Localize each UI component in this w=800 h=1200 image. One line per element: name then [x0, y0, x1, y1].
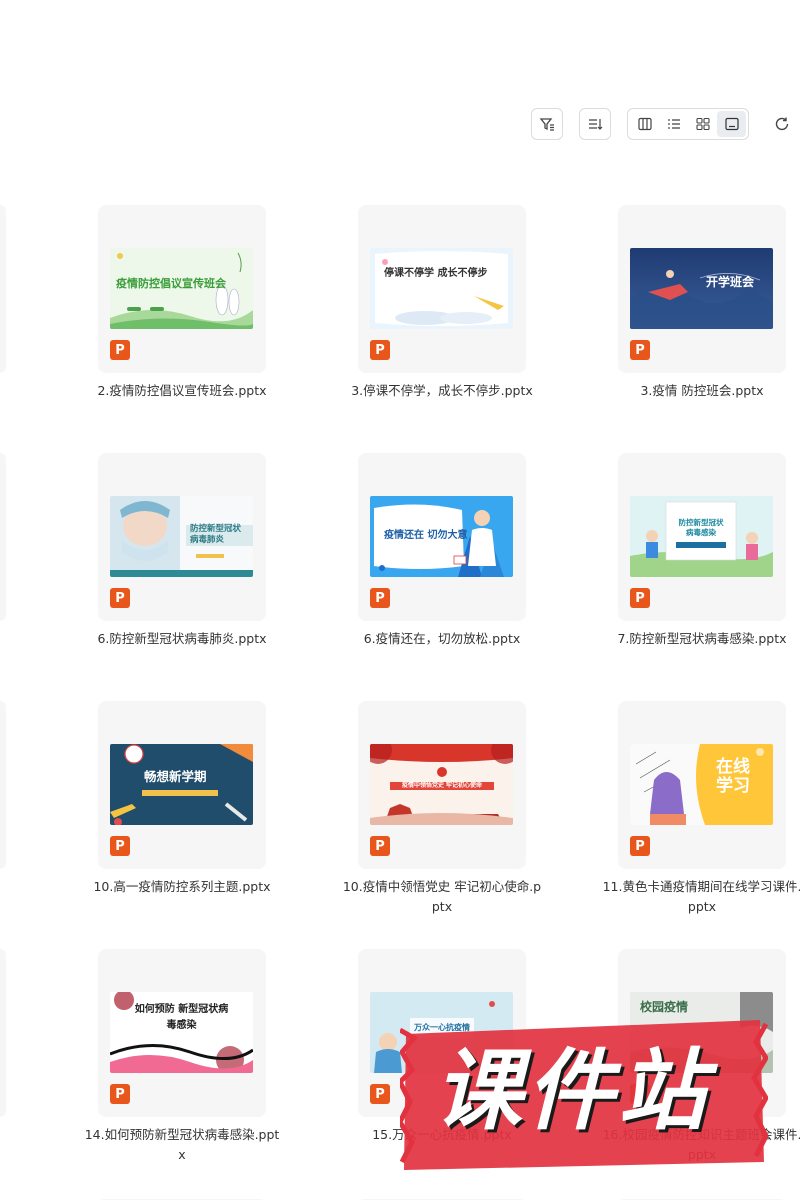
sort-icon [587, 116, 603, 132]
file-thumbnail: 疫情防控倡议宣传班会 [110, 248, 253, 329]
ppt-file-icon: P [370, 836, 390, 856]
ppt-file-icon: P [110, 588, 130, 608]
thumbnail-title: 防控新型冠状病毒肺炎 [190, 524, 242, 545]
refresh-button[interactable] [768, 108, 796, 140]
ppt-file-icon: P [110, 836, 130, 856]
ppt-file-icon: P [630, 588, 650, 608]
refresh-icon [774, 116, 790, 132]
file-thumbnail: 疫情还在 切勿大意 [370, 496, 513, 577]
view-switcher [627, 108, 749, 140]
thumbnail-title: 疫情中领悟党史 牢记初心使命 [401, 782, 483, 789]
file-card[interactable]: 开学班会 P [618, 205, 786, 373]
partial-card[interactable] [0, 701, 6, 869]
thumbnail-title: 停课不停学 成长不停步 [384, 268, 488, 279]
ppt-file-icon: P [630, 836, 650, 856]
file-name[interactable]: 6.防控新型冠状病毒肺炎.pptx [82, 629, 282, 649]
file-card[interactable]: 畅想新学期 P [98, 701, 266, 869]
thumbnail-view-icon [724, 117, 739, 131]
file-thumbnail: 如何预防 新型冠状病毒感染 [110, 992, 253, 1073]
file-card[interactable]: 疫情中领悟党史 牢记初心使命 P [358, 701, 526, 869]
partial-card[interactable] [0, 453, 6, 621]
file-card[interactable]: 疫情还在 切勿大意 P [358, 453, 526, 621]
filter-button[interactable] [531, 108, 563, 140]
file-thumbnail: 防控新型冠状病毒感染 [630, 496, 773, 577]
file-name[interactable]: 11.黄色卡通疫情期间在线学习课件.pptx [602, 877, 800, 917]
thumbnail-title: 畅想新学期 [144, 769, 207, 784]
file-name[interactable]: 6.疫情还在，切勿放松.pptx [342, 629, 542, 649]
toolbar [0, 108, 800, 144]
file-thumbnail: 畅想新学期 [110, 744, 253, 825]
partial-card[interactable] [0, 949, 6, 1117]
thumbnail-view-button[interactable] [717, 111, 746, 137]
file-name[interactable]: 3.疫情 防控班会.pptx [602, 381, 800, 401]
file-thumbnail: 在线学习 [630, 744, 773, 825]
list-view-icon [667, 117, 681, 131]
thumbnail-title: 如何预防 新型冠状病毒感染 [134, 1004, 229, 1031]
ppt-file-icon: P [630, 340, 650, 360]
file-card[interactable]: 在线学习 P [618, 701, 786, 869]
file-name[interactable]: 7.防控新型冠状病毒感染.pptx [602, 629, 800, 649]
list-view-button[interactable] [659, 111, 688, 137]
file-card[interactable]: 防控新型冠状病毒肺炎 P [98, 453, 266, 621]
watermark-text: 课件站 [434, 1039, 711, 1142]
partial-card[interactable] [0, 205, 6, 373]
thumbnail-title: 开学班会 [706, 275, 755, 289]
thumbnail-title: 疫情还在 切勿大意 [384, 530, 468, 541]
grid-view-button[interactable] [688, 111, 717, 137]
columns-view-button[interactable] [630, 111, 659, 137]
file-name[interactable]: 14.如何预防新型冠状病毒感染.pptx [82, 1125, 282, 1165]
thumbnail-title: 在线学习 [716, 757, 750, 796]
file-card[interactable]: 防控新型冠状病毒感染 P [618, 453, 786, 621]
grid-view-icon [695, 117, 710, 131]
file-thumbnail: 停课不停学 成长不停步 [370, 248, 513, 329]
ppt-file-icon: P [370, 588, 390, 608]
file-name[interactable]: 2.疫情防控倡议宣传班会.pptx [82, 381, 282, 401]
file-card[interactable]: 停课不停学 成长不停步 P [358, 205, 526, 373]
file-thumbnail: 开学班会 [630, 248, 773, 329]
file-thumbnail: 防控新型冠状病毒肺炎 [110, 496, 253, 577]
ppt-file-icon: P [110, 340, 130, 360]
ppt-file-icon: P [370, 340, 390, 360]
thumbnail-title: 疫情防控倡议宣传班会 [116, 277, 226, 290]
thumbnail-title: 防控新型冠状病毒感染 [678, 518, 724, 537]
file-card[interactable]: 疫情防控倡议宣传班会 P [98, 205, 266, 373]
file-thumbnail: 疫情中领悟党史 牢记初心使命 [370, 744, 513, 825]
file-name[interactable]: 10.疫情中领悟党史 牢记初心使命.pptx [342, 877, 542, 917]
watermark-logo: 课件站 [400, 1012, 768, 1172]
columns-view-icon [637, 117, 652, 131]
ppt-file-icon: P [370, 1084, 390, 1104]
file-card[interactable]: 如何预防 新型冠状病毒感染 P [98, 949, 266, 1117]
file-name[interactable]: 10.高一疫情防控系列主题.pptx [82, 877, 282, 897]
sort-button[interactable] [579, 108, 611, 140]
ppt-file-icon: P [110, 1084, 130, 1104]
filter-icon [539, 116, 555, 132]
file-name[interactable]: 3.停课不停学，成长不停步.pptx [342, 381, 542, 401]
